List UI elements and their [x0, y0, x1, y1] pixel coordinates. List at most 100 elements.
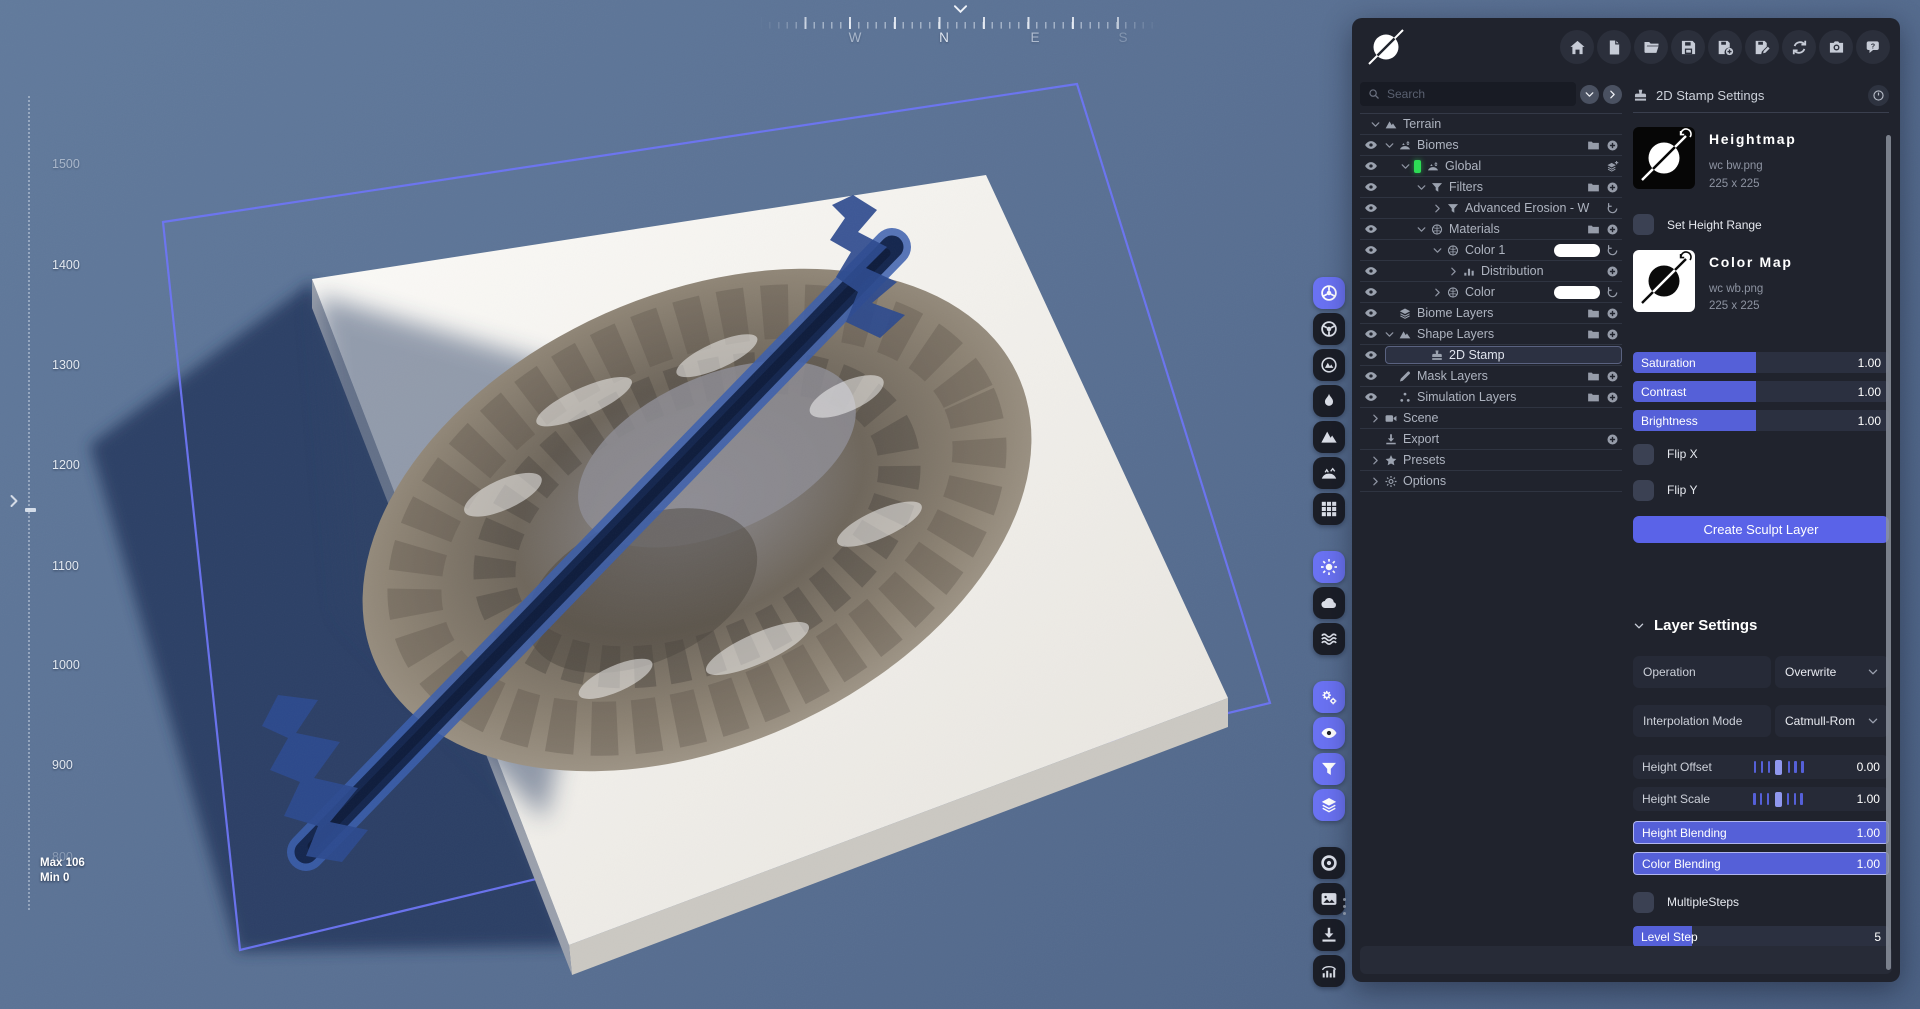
folder-icon[interactable]: [1587, 328, 1600, 341]
tree-row-simulation-layers[interactable]: Simulation Layers: [1360, 387, 1622, 408]
chevron-down-icon[interactable]: [1368, 119, 1383, 130]
water-toggle[interactable]: [1313, 623, 1345, 655]
eye-icon[interactable]: [1360, 159, 1382, 173]
display-mode-grid-button[interactable]: [1313, 493, 1345, 525]
tree-row-filters[interactable]: Filters: [1360, 177, 1622, 198]
display-mode-default-button[interactable]: [1313, 277, 1345, 309]
tree-row-export[interactable]: Export: [1360, 429, 1622, 450]
tree-row-2d-stamp[interactable]: 2D Stamp: [1360, 345, 1622, 366]
stats-button[interactable]: [1313, 955, 1345, 987]
plus-icon[interactable]: [1606, 328, 1619, 341]
chevron-down-icon[interactable]: [1382, 140, 1397, 151]
folder-icon[interactable]: [1587, 307, 1600, 320]
chevron-down-icon[interactable]: [1430, 245, 1445, 256]
screenshot-button[interactable]: [1819, 30, 1853, 64]
chevron-right-icon[interactable]: [1430, 203, 1445, 214]
color-blending-slider[interactable]: Color Blending 1.00: [1633, 852, 1889, 875]
visibility-toggle[interactable]: [1313, 717, 1345, 749]
eye-icon[interactable]: [1360, 327, 1382, 341]
tree-row-presets[interactable]: Presets: [1360, 450, 1622, 471]
set-height-range-checkbox[interactable]: Set Height Range: [1633, 214, 1889, 236]
tree-row-mask-layers[interactable]: Mask Layers: [1360, 366, 1622, 387]
display-mode-heightmap-button[interactable]: [1313, 349, 1345, 381]
search-input[interactable]: Search: [1360, 82, 1576, 106]
refresh-icon[interactable]: [1606, 202, 1619, 215]
tree-row-materials[interactable]: Materials: [1360, 219, 1622, 240]
saturation-slider[interactable]: Saturation 1.00: [1633, 352, 1889, 373]
display-mode-biome-button[interactable]: [1313, 457, 1345, 489]
drag-scrubber[interactable]: [1751, 792, 1805, 807]
chevron-down-icon[interactable]: [1382, 329, 1397, 340]
interpolation-select[interactable]: Catmull-Rom: [1775, 705, 1889, 737]
eye-icon[interactable]: [1360, 285, 1382, 299]
search-next-button[interactable]: [1603, 85, 1622, 104]
create-sculpt-layer-button[interactable]: Create Sculpt Layer: [1633, 516, 1889, 543]
open-project-button[interactable]: [1634, 30, 1668, 64]
save-as-button[interactable]: [1745, 30, 1779, 64]
layers-plus-icon[interactable]: [1606, 160, 1619, 173]
eye-icon[interactable]: [1360, 222, 1382, 236]
collapse-panel-button[interactable]: [6, 492, 22, 510]
height-offset-control[interactable]: Height Offset 0.00: [1633, 755, 1889, 779]
eye-icon[interactable]: [1360, 201, 1382, 215]
operation-select[interactable]: Overwrite: [1775, 656, 1889, 688]
height-blending-slider[interactable]: Height Blending 1.00: [1633, 821, 1889, 844]
eye-icon[interactable]: [1360, 264, 1382, 278]
checkbox[interactable]: [1633, 444, 1654, 465]
chevron-right-icon[interactable]: [1430, 287, 1445, 298]
height-scale-control[interactable]: Height Scale 1.00: [1633, 787, 1889, 811]
multiple-steps-checkbox[interactable]: MultipleSteps: [1633, 891, 1889, 913]
chevron-right-icon[interactable]: [1368, 455, 1383, 466]
plus-icon[interactable]: [1606, 391, 1619, 404]
eye-icon[interactable]: [1360, 138, 1382, 152]
chevron-right-icon[interactable]: [1368, 476, 1383, 487]
layer-settings-header[interactable]: Layer Settings: [1633, 617, 1889, 634]
save-new-version-button[interactable]: [1708, 30, 1742, 64]
display-mode-relief-button[interactable]: [1313, 421, 1345, 453]
layers-toggle[interactable]: [1313, 789, 1345, 821]
color-swatch[interactable]: [1554, 244, 1600, 257]
eye-icon[interactable]: [1360, 369, 1382, 383]
tree-row-advanced-erosion-w[interactable]: Advanced Erosion - W: [1360, 198, 1622, 219]
tree-row-biomes[interactable]: Biomes: [1360, 135, 1622, 156]
flip-x-checkbox[interactable]: Flip X: [1633, 443, 1889, 465]
lighting-toggle[interactable]: [1313, 551, 1345, 583]
compass[interactable]: WNES: [760, 4, 1160, 50]
eye-icon[interactable]: [1360, 180, 1382, 194]
chevron-down-icon[interactable]: [1414, 224, 1429, 235]
checkbox[interactable]: [1633, 214, 1654, 235]
new-file-button[interactable]: [1597, 30, 1631, 64]
save-button[interactable]: [1671, 30, 1705, 64]
tree-row-color[interactable]: Color: [1360, 282, 1622, 303]
tree-row-distribution[interactable]: Distribution: [1360, 261, 1622, 282]
home-button[interactable]: [1560, 30, 1594, 64]
panel-pin-button[interactable]: [1868, 85, 1889, 106]
sync-button[interactable]: [1782, 30, 1816, 64]
search-expand-button[interactable]: [1580, 85, 1599, 104]
plus-icon[interactable]: [1606, 223, 1619, 236]
chevron-right-icon[interactable]: [1368, 413, 1383, 424]
display-mode-flow-button[interactable]: [1313, 385, 1345, 417]
colormap-thumbnail[interactable]: [1633, 250, 1695, 312]
record-button[interactable]: [1313, 847, 1345, 879]
plus-icon[interactable]: [1606, 433, 1619, 446]
eye-icon[interactable]: [1360, 348, 1382, 362]
plus-icon[interactable]: [1606, 370, 1619, 383]
plus-icon[interactable]: [1606, 307, 1619, 320]
folder-icon[interactable]: [1587, 181, 1600, 194]
eye-icon[interactable]: [1360, 390, 1382, 404]
eye-icon[interactable]: [1360, 306, 1382, 320]
folder-icon[interactable]: [1587, 370, 1600, 383]
checkbox[interactable]: [1633, 480, 1654, 501]
drag-scrubber[interactable]: [1752, 760, 1806, 775]
contrast-slider[interactable]: Contrast 1.00: [1633, 381, 1889, 402]
filter-toggle[interactable]: [1313, 753, 1345, 785]
tree-row-options[interactable]: Options: [1360, 471, 1622, 492]
flip-y-checkbox[interactable]: Flip Y: [1633, 479, 1889, 501]
settings-scrollbar[interactable]: [1886, 135, 1891, 970]
folder-icon[interactable]: [1587, 139, 1600, 152]
tree-row-global[interactable]: Global: [1360, 156, 1622, 177]
auto-process-toggle[interactable]: [1313, 681, 1345, 713]
resize-handle[interactable]: [1341, 898, 1347, 915]
eye-icon[interactable]: [1360, 243, 1382, 257]
